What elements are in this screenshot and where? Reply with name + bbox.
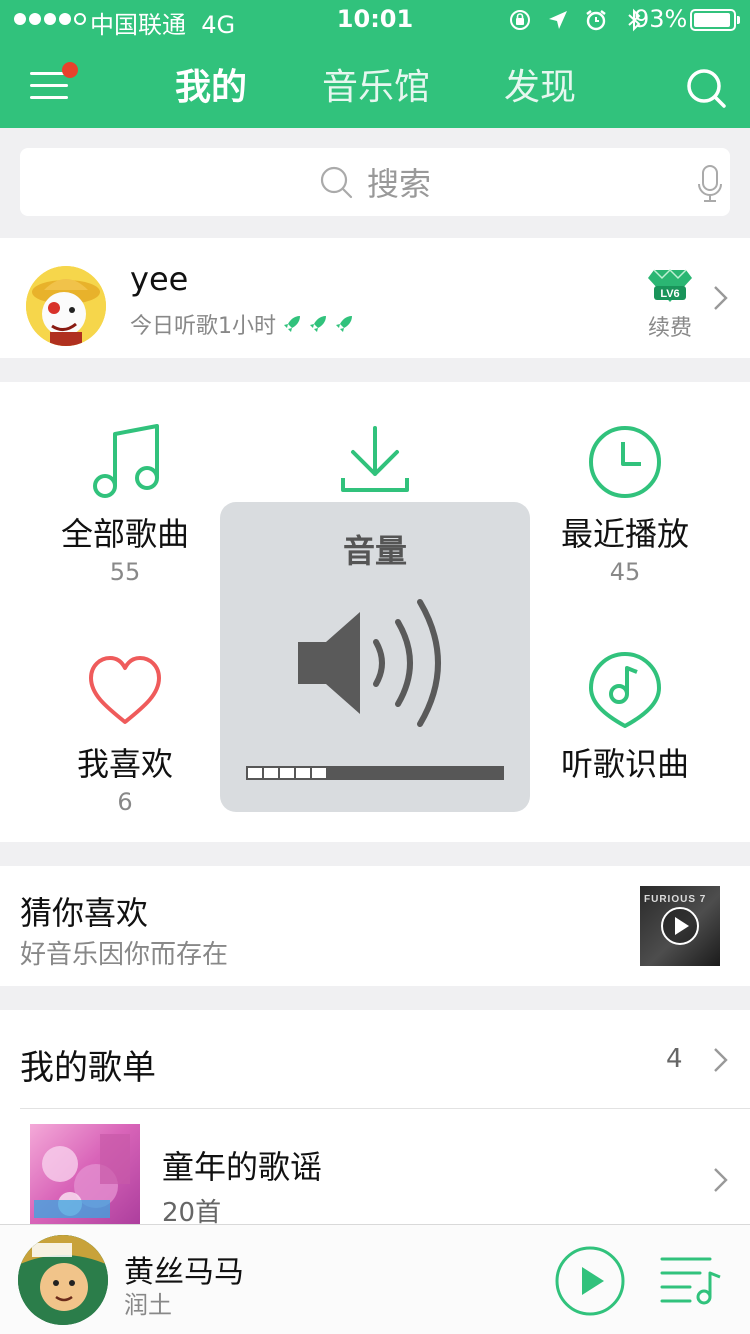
search-icon — [320, 166, 353, 199]
status-icons — [508, 8, 646, 32]
microphone-icon[interactable] — [696, 164, 724, 204]
music-note-icon — [93, 424, 159, 498]
chevron-right-icon[interactable] — [712, 1046, 730, 1074]
playlist-name: 童年的歌谣 — [162, 1148, 323, 1186]
playlists-title: 我的歌单 — [20, 1048, 156, 1088]
grid-recent-count: 45 — [609, 558, 641, 586]
vip-level: LV6 — [660, 288, 679, 300]
grid-recognize[interactable]: 听歌识曲 — [500, 652, 750, 784]
play-overlay-icon — [661, 907, 699, 945]
grid-all-songs-label: 全部歌曲 — [60, 515, 189, 553]
recommend-title: 猜你喜欢 — [20, 894, 149, 932]
battery-percent: 93% — [634, 5, 688, 33]
listen-time-text: 今日听歌1小时 — [130, 314, 276, 339]
rocket-icon — [310, 316, 326, 332]
my-playlists-card: 我的歌单 4 童年的歌谣 20首 — [0, 1010, 750, 1234]
grid-download[interactable] — [250, 422, 500, 502]
search-icon[interactable] — [684, 66, 728, 110]
recommend-cover-text: FURIOUS 7 — [644, 894, 707, 905]
search-bar[interactable]: 搜索 — [20, 148, 730, 216]
tab-discover[interactable]: 发现 — [504, 62, 576, 114]
grid-all-songs[interactable]: 全部歌曲 55 — [0, 422, 250, 586]
vip-diamond-icon[interactable]: LV6 — [648, 268, 692, 304]
speaker-icon — [298, 599, 441, 727]
playlists-count: 4 — [666, 1044, 683, 1074]
recognize-song-icon — [589, 652, 661, 728]
grid-favorites-count: 6 — [117, 788, 133, 816]
status-bar: 中国联通 4G 10:01 93% — [0, 0, 750, 40]
recommend-cover[interactable]: FURIOUS 7 — [640, 886, 720, 966]
volume-segment — [296, 768, 311, 778]
recommend-subtitle: 好音乐因你而存在 — [20, 940, 229, 970]
now-playing-cover[interactable] — [18, 1235, 108, 1325]
rotation-lock-icon — [510, 10, 530, 30]
now-playing-artist: 润土 — [124, 1291, 172, 1319]
notification-dot — [62, 62, 78, 78]
username: yee — [130, 260, 189, 298]
volume-hud: 音量 — [220, 502, 530, 812]
playlist-queue-icon[interactable] — [660, 1253, 722, 1305]
clock-icon — [589, 426, 661, 498]
avatar[interactable] — [26, 266, 106, 346]
grid-favorites[interactable]: 我喜欢 6 — [0, 652, 250, 816]
chevron-right-icon[interactable] — [712, 1166, 730, 1194]
listen-time: 今日听歌1小时 — [130, 308, 354, 340]
location-icon — [549, 11, 567, 29]
grid-favorites-label: 我喜欢 — [76, 745, 173, 783]
grid-recent-label: 最近播放 — [560, 515, 689, 553]
recommend-card[interactable]: 猜你喜欢 好音乐因你而存在 FURIOUS 7 — [0, 866, 750, 986]
chevron-right-icon[interactable] — [712, 284, 730, 312]
rocket-icon — [336, 316, 352, 332]
search-field[interactable]: 搜索 — [20, 148, 730, 216]
user-card[interactable]: yee 今日听歌1小时 LV6 续费 — [0, 238, 750, 358]
battery-icon — [690, 9, 740, 31]
menu-icon[interactable] — [30, 62, 78, 100]
volume-segment — [248, 768, 262, 778]
volume-hud-title: 音量 — [342, 532, 407, 570]
rocket-icon — [284, 316, 300, 332]
app-header: 中国联通 4G 10:01 93% 我的 音乐馆 发现 — [0, 0, 750, 128]
tab-mine[interactable]: 我的 — [175, 62, 247, 114]
volume-segment — [264, 768, 279, 778]
grid-recognize-label: 听歌识曲 — [560, 745, 689, 783]
volume-level-bar — [246, 766, 504, 780]
download-icon — [341, 426, 409, 492]
volume-segment — [312, 768, 327, 778]
mini-player[interactable]: 黄丝马马 润土 — [0, 1224, 750, 1334]
volume-segment — [280, 768, 295, 778]
grid-all-songs-count: 55 — [109, 558, 141, 586]
play-button[interactable] — [554, 1245, 626, 1317]
alarm-icon — [586, 10, 606, 31]
playlist-cover — [30, 1124, 140, 1234]
heart-icon — [89, 656, 161, 724]
renew-button[interactable]: 续费 — [648, 310, 692, 342]
grid-recent[interactable]: 最近播放 45 — [500, 422, 750, 586]
tab-music-hall[interactable]: 音乐馆 — [322, 62, 430, 114]
search-placeholder: 搜索 — [366, 165, 431, 203]
divider — [20, 1108, 750, 1109]
